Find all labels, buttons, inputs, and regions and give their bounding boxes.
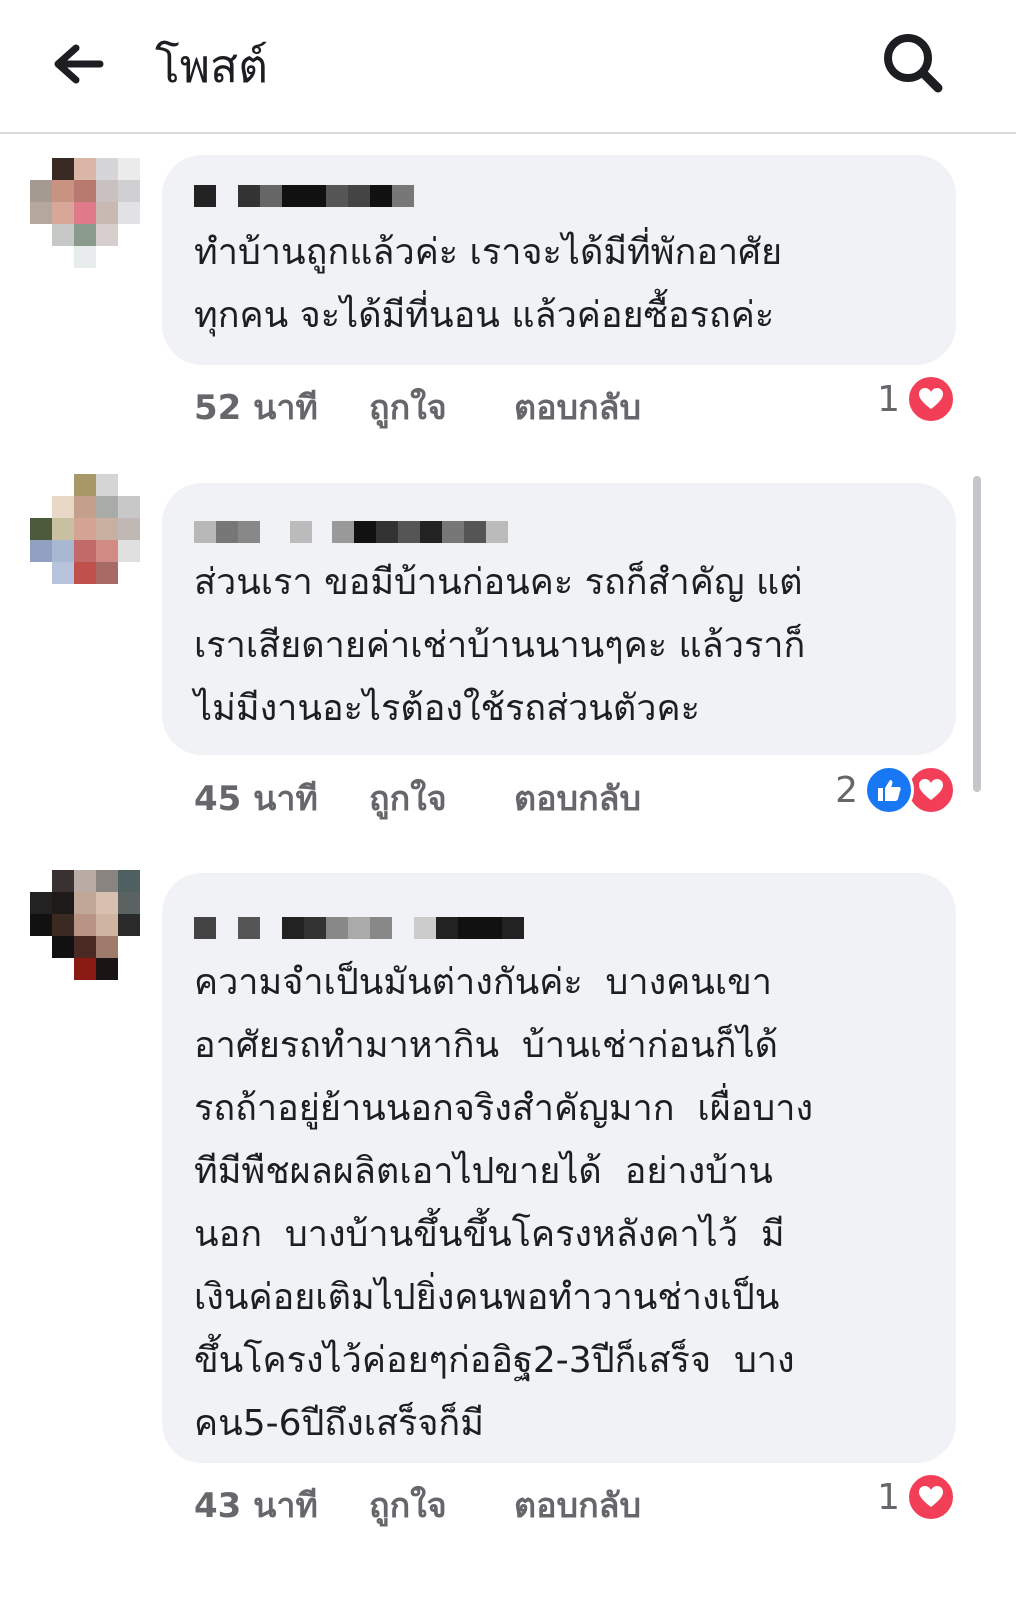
- reply-button[interactable]: ตอบกลับ: [514, 771, 641, 825]
- comment-bubble: ความจำเป็นมันต่างกันค่ะ บางคนเขา อาศัยรถ…: [162, 873, 956, 1463]
- reaction-count: 2: [835, 769, 858, 811]
- arrow-left-icon: [54, 44, 104, 84]
- like-reaction-icon: [864, 765, 914, 815]
- avatar[interactable]: [30, 474, 140, 584]
- like-button[interactable]: ถูกใจ: [369, 1478, 447, 1532]
- reactions-summary[interactable]: 1: [877, 374, 956, 424]
- top-bar: โพสต์: [0, 0, 1016, 134]
- search-button[interactable]: [880, 30, 946, 96]
- commenter-name-redacted[interactable]: [194, 915, 926, 941]
- back-button[interactable]: [50, 40, 106, 88]
- reply-button[interactable]: ตอบกลับ: [514, 1478, 641, 1532]
- reply-button[interactable]: ตอบกลับ: [514, 380, 641, 434]
- like-button[interactable]: ถูกใจ: [369, 771, 447, 825]
- commenter-name-redacted[interactable]: [194, 519, 926, 545]
- comment-text: ส่วนเรา ขอมีบ้านก่อนคะ รถก็สำคัญ แต่ เรา…: [194, 562, 806, 729]
- comment-text: ทำบ้านถูกแล้วค่ะ เราจะได้มีที่พักอาศัย ท…: [194, 232, 783, 336]
- comment-time: 45 นาที: [194, 779, 318, 819]
- comment-actions: 45 นาที ถูกใจ ตอบกลับ 2: [194, 765, 956, 821]
- love-reaction-icon: [906, 1472, 956, 1522]
- comment-bubble: ทำบ้านถูกแล้วค่ะ เราจะได้มีที่พักอาศัย ท…: [162, 155, 956, 365]
- avatar[interactable]: [30, 870, 140, 980]
- reactions-summary[interactable]: 1: [877, 1472, 956, 1522]
- like-button[interactable]: ถูกใจ: [369, 380, 447, 434]
- reactions-summary[interactable]: 2: [835, 765, 956, 815]
- comment-actions: 52 นาที ถูกใจ ตอบกลับ 1: [194, 374, 956, 430]
- comment-actions: 43 นาที ถูกใจ ตอบกลับ 1: [194, 1472, 956, 1528]
- scrollbar[interactable]: [973, 476, 981, 792]
- reaction-count: 1: [877, 1476, 900, 1518]
- search-icon: [884, 34, 943, 93]
- comment-text: ความจำเป็นมันต่างกันค่ะ บางคนเขา อาศัยรถ…: [194, 962, 814, 1444]
- love-reaction-icon: [906, 374, 956, 424]
- avatar[interactable]: [30, 158, 140, 268]
- comment-time: 52 นาที: [194, 388, 318, 428]
- page-title: โพสต์: [155, 39, 268, 93]
- comment-bubble: ส่วนเรา ขอมีบ้านก่อนคะ รถก็สำคัญ แต่ เรา…: [162, 483, 956, 755]
- comment-time: 43 นาที: [194, 1486, 318, 1526]
- commenter-name-redacted[interactable]: [194, 183, 926, 209]
- reaction-count: 1: [877, 378, 900, 420]
